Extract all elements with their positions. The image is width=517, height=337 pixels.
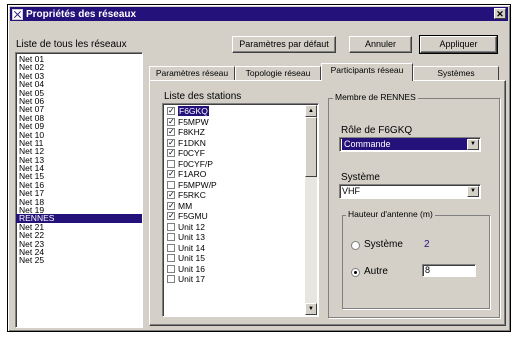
- station-row[interactable]: ✓ F5MPW: [164, 117, 305, 128]
- chevron-down-icon[interactable]: ▼: [467, 186, 479, 197]
- scroll-thumb[interactable]: [305, 117, 317, 177]
- station-row[interactable]: ✓ F1DKN: [164, 138, 305, 149]
- station-label: Unit 17: [178, 274, 205, 285]
- station-row[interactable]: ✓ F5RKC: [164, 190, 305, 201]
- app-icon: [12, 8, 23, 20]
- scroll-down-button[interactable]: ▼: [305, 303, 317, 315]
- station-checkbox[interactable]: [167, 243, 175, 252]
- station-listbox[interactable]: ✓ F6GKQ ✓ F5MPW ✓ F8KHZ ✓ F1DKN ✓ F0CYF F0CYF/P ✓ F1…: [162, 103, 319, 317]
- station-label: F1ARO: [178, 169, 207, 180]
- station-checkbox[interactable]: [167, 233, 175, 242]
- station-label: F0CYF/P: [178, 158, 213, 169]
- other-radio[interactable]: [351, 268, 360, 277]
- station-row[interactable]: F0CYF/P: [164, 159, 305, 170]
- station-label: F6GKQ: [178, 106, 209, 117]
- station-label: F5RKC: [178, 190, 206, 201]
- station-checkbox[interactable]: [167, 254, 175, 263]
- title-bar[interactable]: Propriétés des réseaux ✕: [10, 7, 508, 21]
- station-checkbox[interactable]: ✓: [167, 107, 175, 116]
- antenna-group-title: Hauteur d'antenne (m): [346, 209, 435, 219]
- station-label: F8KHZ: [178, 127, 205, 138]
- station-checkbox[interactable]: ✓: [167, 170, 175, 179]
- station-label: F5MPW: [178, 116, 209, 127]
- station-list-label: Liste des stations: [164, 91, 242, 102]
- chevron-down-icon[interactable]: ▼: [467, 139, 479, 150]
- station-label: F1DKN: [178, 137, 206, 148]
- tab-network-params[interactable]: Paramètres réseau: [149, 66, 235, 80]
- station-row[interactable]: ✓ F6GKQ: [164, 106, 305, 117]
- station-label: F0CYF: [178, 148, 205, 159]
- role-label: Rôle de F6GKQ: [341, 125, 413, 136]
- station-row[interactable]: ✓ F5GMU: [164, 211, 305, 222]
- station-checkbox[interactable]: [167, 275, 175, 284]
- station-label: Unit 12: [178, 221, 205, 232]
- system-label: Système: [341, 172, 380, 183]
- station-row[interactable]: ✓ MM: [164, 201, 305, 212]
- system-radio[interactable]: [351, 241, 360, 250]
- tab-network-topology[interactable]: Topologie réseau: [235, 66, 321, 80]
- station-checkbox[interactable]: ✓: [167, 149, 175, 158]
- station-row[interactable]: Unit 17: [164, 274, 305, 285]
- station-row[interactable]: Unit 14: [164, 243, 305, 254]
- station-row[interactable]: Unit 12: [164, 222, 305, 233]
- apply-button[interactable]: Appliquer: [419, 35, 498, 54]
- network-list-label: Liste de tous les réseaux: [16, 39, 127, 50]
- antenna-groupbox: [342, 215, 490, 309]
- other-height-input[interactable]: 8: [422, 264, 476, 277]
- station-row[interactable]: Unit 13: [164, 232, 305, 243]
- system-value: VHF: [342, 186, 360, 196]
- station-label: MM: [178, 200, 193, 211]
- system-height-value: 2: [424, 239, 430, 250]
- tab-systems[interactable]: Systèmes: [413, 66, 499, 80]
- station-checkbox[interactable]: [167, 264, 175, 273]
- defaults-button[interactable]: Paramètres par défaut: [232, 36, 336, 53]
- station-scrollbar[interactable]: ▲ ▼: [305, 105, 317, 315]
- tab-network-participants[interactable]: Participants réseau: [321, 63, 413, 81]
- station-label: Unit 15: [178, 253, 205, 264]
- station-label: Unit 14: [178, 242, 205, 253]
- station-row[interactable]: Unit 16: [164, 264, 305, 275]
- role-combobox[interactable]: Commande ▼: [339, 137, 481, 152]
- cancel-button[interactable]: Annuler: [349, 36, 412, 53]
- station-row[interactable]: ✓ F8KHZ: [164, 127, 305, 138]
- station-checkbox[interactable]: ✓: [167, 117, 175, 126]
- station-label: F5GMU: [178, 211, 208, 222]
- station-checkbox[interactable]: ✓: [167, 212, 175, 221]
- list-item[interactable]: Net 25: [16, 256, 142, 265]
- station-checkbox[interactable]: ✓: [167, 191, 175, 200]
- member-group-title: Membre de RENNES: [333, 92, 418, 102]
- close-button[interactable]: ✕: [494, 8, 506, 19]
- window-title: Propriétés des réseaux: [26, 8, 137, 20]
- station-checkbox[interactable]: ✓: [167, 201, 175, 210]
- system-combobox[interactable]: VHF ▼: [339, 184, 481, 199]
- station-label: F5MPW/P: [178, 179, 217, 190]
- station-row[interactable]: Unit 15: [164, 253, 305, 264]
- station-label: Unit 16: [178, 263, 205, 274]
- role-value: Commande: [342, 138, 468, 150]
- other-radio-label: Autre: [364, 266, 388, 277]
- station-checkbox[interactable]: [167, 180, 175, 189]
- station-checkbox[interactable]: ✓: [167, 138, 175, 147]
- station-row[interactable]: F5MPW/P: [164, 180, 305, 191]
- network-listbox[interactable]: Net 01 Net 02 Net 03 Net 04 Net 05 Net 06 Net …: [15, 52, 143, 328]
- network-properties-window: Propriétés des réseaux ✕ Liste de tous l…: [7, 4, 511, 332]
- station-row[interactable]: ✓ F1ARO: [164, 169, 305, 180]
- station-label: Unit 13: [178, 232, 205, 243]
- scroll-up-button[interactable]: ▲: [305, 105, 317, 117]
- station-row[interactable]: ✓ F0CYF: [164, 148, 305, 159]
- station-checkbox[interactable]: [167, 159, 175, 168]
- station-checkbox[interactable]: [167, 222, 175, 231]
- system-radio-label: Système: [364, 239, 403, 250]
- station-checkbox[interactable]: ✓: [167, 128, 175, 137]
